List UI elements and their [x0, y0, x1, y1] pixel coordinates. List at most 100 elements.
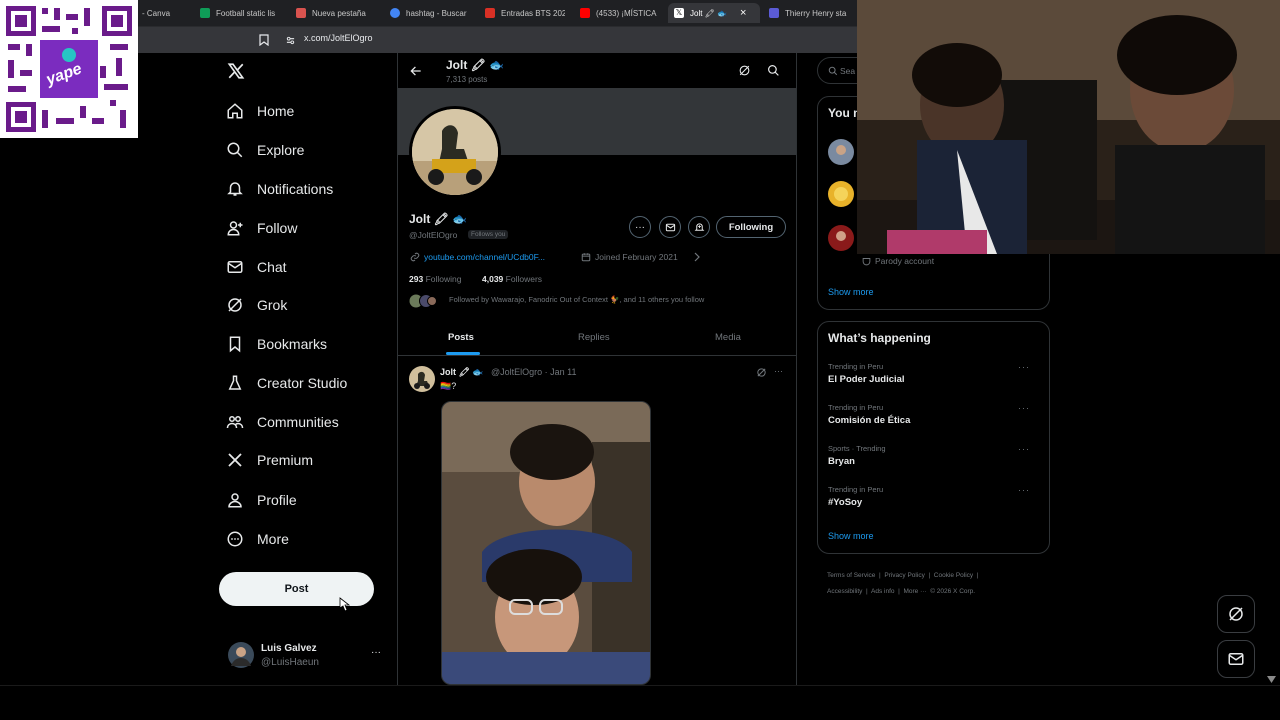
whats-happening-panel: What’s happening Trending in Peru El Pod… — [817, 321, 1050, 554]
webcam-overlay — [857, 0, 1280, 254]
tweet-author-name[interactable]: Jolt 🖍 🐟 — [440, 367, 484, 378]
flask-icon — [228, 375, 242, 390]
sidebar-item-notifications[interactable]: Notifications — [226, 174, 333, 204]
active-tab-indicator — [446, 352, 480, 355]
sidebar-item-chat[interactable]: Chat — [226, 252, 287, 282]
tweet-image[interactable] — [441, 401, 651, 685]
scroll-down-arrow-icon[interactable] — [1267, 676, 1276, 683]
trend-item[interactable]: Trending in Peru Comisión de Ética ··· — [828, 403, 1040, 426]
following-stat[interactable]: 293 Following — [409, 274, 461, 284]
accessibility-link[interactable]: Accessibility — [827, 588, 862, 595]
x-logo-icon[interactable] — [227, 62, 245, 85]
mail-icon — [665, 223, 675, 231]
selfie-photo — [442, 402, 650, 684]
browser-tab[interactable]: - Canva — [142, 3, 192, 23]
sidebar-item-bookmarks[interactable]: Bookmarks — [226, 329, 327, 359]
bell-plus-icon — [694, 222, 704, 231]
people-icon — [226, 416, 244, 429]
cookie-link[interactable]: Cookie Policy — [934, 572, 973, 579]
profile-handle: @JoltElOgro — [409, 230, 458, 240]
tweet-avatar[interactable] — [409, 366, 435, 392]
tab-favicon-icon — [580, 8, 590, 18]
chevron-right-icon[interactable] — [694, 252, 700, 262]
grok-icon[interactable] — [738, 64, 751, 77]
sidebar-item-communities[interactable]: Communities — [226, 407, 339, 437]
sidebar-item-profile[interactable]: Profile — [226, 485, 297, 515]
browser-tab-active[interactable]: 𝕏 Jolt 🖍 🐟 × — [668, 3, 760, 23]
browser-tab[interactable]: Entradas BTS 202 — [485, 3, 565, 23]
close-tab-icon[interactable]: × — [740, 7, 746, 19]
panel-title: What’s happening — [828, 331, 931, 345]
browser-tab[interactable]: Nueva pestaña — [296, 3, 376, 23]
trend-context: Trending in Peru — [828, 362, 884, 371]
follows-you-badge: Follows you — [468, 230, 509, 239]
trend-name: Bryan — [828, 456, 855, 467]
sidebar-item-more[interactable]: More — [226, 524, 289, 554]
trend-context: Sports · Trending — [828, 444, 886, 453]
messages-float-button[interactable] — [1217, 640, 1255, 678]
grok-float-button[interactable] — [1217, 595, 1255, 633]
site-info-icon[interactable] — [286, 36, 295, 45]
more-options-button[interactable]: ··· — [629, 216, 651, 238]
calendar-icon — [581, 253, 591, 262]
sidebar-item-premium[interactable]: Premium — [226, 445, 313, 475]
tab-media[interactable]: Media — [715, 332, 741, 343]
profile-link[interactable]: youtube.com/channel/UCdb0F... — [424, 252, 545, 262]
tweet-meta[interactable]: @JoltElOgro · Jan 11 — [491, 367, 577, 377]
trend-more-icon[interactable]: ··· — [1018, 485, 1030, 495]
suggested-avatar[interactable] — [828, 139, 854, 165]
sidebar-item-home[interactable]: Home — [226, 96, 294, 126]
bookmark-icon — [229, 336, 241, 353]
grok-icon[interactable] — [756, 367, 767, 378]
notify-button[interactable] — [688, 216, 710, 238]
account-more-button[interactable]: ··· — [371, 647, 381, 658]
sidebar-item-creator-studio[interactable]: Creator Studio — [226, 368, 347, 398]
trend-item[interactable]: Trending in Peru El Poder Judicial ··· — [828, 362, 1040, 385]
url-text[interactable]: x.com/JoltElOgro — [304, 33, 373, 43]
tab-posts[interactable]: Posts — [448, 332, 474, 343]
trend-more-icon[interactable]: ··· — [1018, 403, 1030, 413]
more-link[interactable]: More ··· — [903, 588, 926, 595]
browser-tab[interactable]: (4533) ¡MÍSTICA — [580, 3, 660, 23]
post-button[interactable]: Post — [219, 572, 374, 606]
privacy-link[interactable]: Privacy Policy — [884, 572, 924, 579]
profile-avatar[interactable] — [409, 106, 501, 198]
sidebar-item-follow[interactable]: Follow — [226, 213, 297, 243]
following-button[interactable]: Following — [716, 216, 786, 238]
search-icon — [828, 66, 838, 76]
more-circle-icon — [227, 531, 243, 547]
grok-icon — [228, 298, 242, 312]
show-more-link[interactable]: Show more — [828, 531, 874, 541]
tab-favicon-icon — [390, 8, 400, 18]
sidebar-item-explore[interactable]: Explore — [226, 135, 304, 165]
person-add-icon — [227, 221, 243, 236]
show-more-link[interactable]: Show more — [828, 287, 874, 297]
trend-item[interactable]: Sports · Trending Bryan ··· — [828, 444, 1040, 467]
terms-link[interactable]: Terms of Service — [827, 572, 875, 579]
post-count: 7,313 posts — [446, 75, 488, 84]
tweet-more-button[interactable]: ··· — [774, 366, 783, 376]
browser-tab[interactable]: Thierry Henry sta — [769, 3, 854, 23]
tab-replies[interactable]: Replies — [578, 332, 610, 343]
tweet[interactable]: Jolt 🖍 🐟 @JoltElOgro · Jan 11 ··· 🏳️‍🌈? — [398, 356, 796, 685]
person-icon — [228, 493, 242, 508]
account-switcher[interactable]: Luis Galvez @LuisHaeun ··· — [228, 641, 396, 671]
ads-info-link[interactable]: Ads info — [871, 588, 895, 595]
suggested-avatar[interactable] — [828, 181, 854, 207]
trend-more-icon[interactable]: ··· — [1018, 444, 1030, 454]
suggested-avatar[interactable] — [828, 225, 854, 251]
back-arrow-icon[interactable] — [409, 64, 423, 78]
trend-more-icon[interactable]: ··· — [1018, 362, 1030, 372]
copyright: © 2026 X Corp. — [930, 588, 976, 595]
bookmark-star-icon[interactable] — [259, 34, 269, 46]
browser-tab[interactable]: Football static lis — [200, 3, 280, 23]
trend-item[interactable]: Trending in Peru #YoSoy ··· — [828, 485, 1040, 508]
followed-by-text[interactable]: Followed by Wawarajo, Fanodric Out of Co… — [449, 295, 794, 304]
sidebar-item-grok[interactable]: Grok — [226, 290, 287, 320]
account-handle: @LuisHaeun — [261, 657, 319, 668]
browser-tab[interactable]: hashtag - Buscar — [390, 3, 470, 23]
followers-stat[interactable]: 4,039 Followers — [482, 274, 542, 284]
search-icon[interactable] — [767, 64, 780, 77]
message-button[interactable] — [659, 216, 681, 238]
mail-icon — [1228, 653, 1244, 665]
